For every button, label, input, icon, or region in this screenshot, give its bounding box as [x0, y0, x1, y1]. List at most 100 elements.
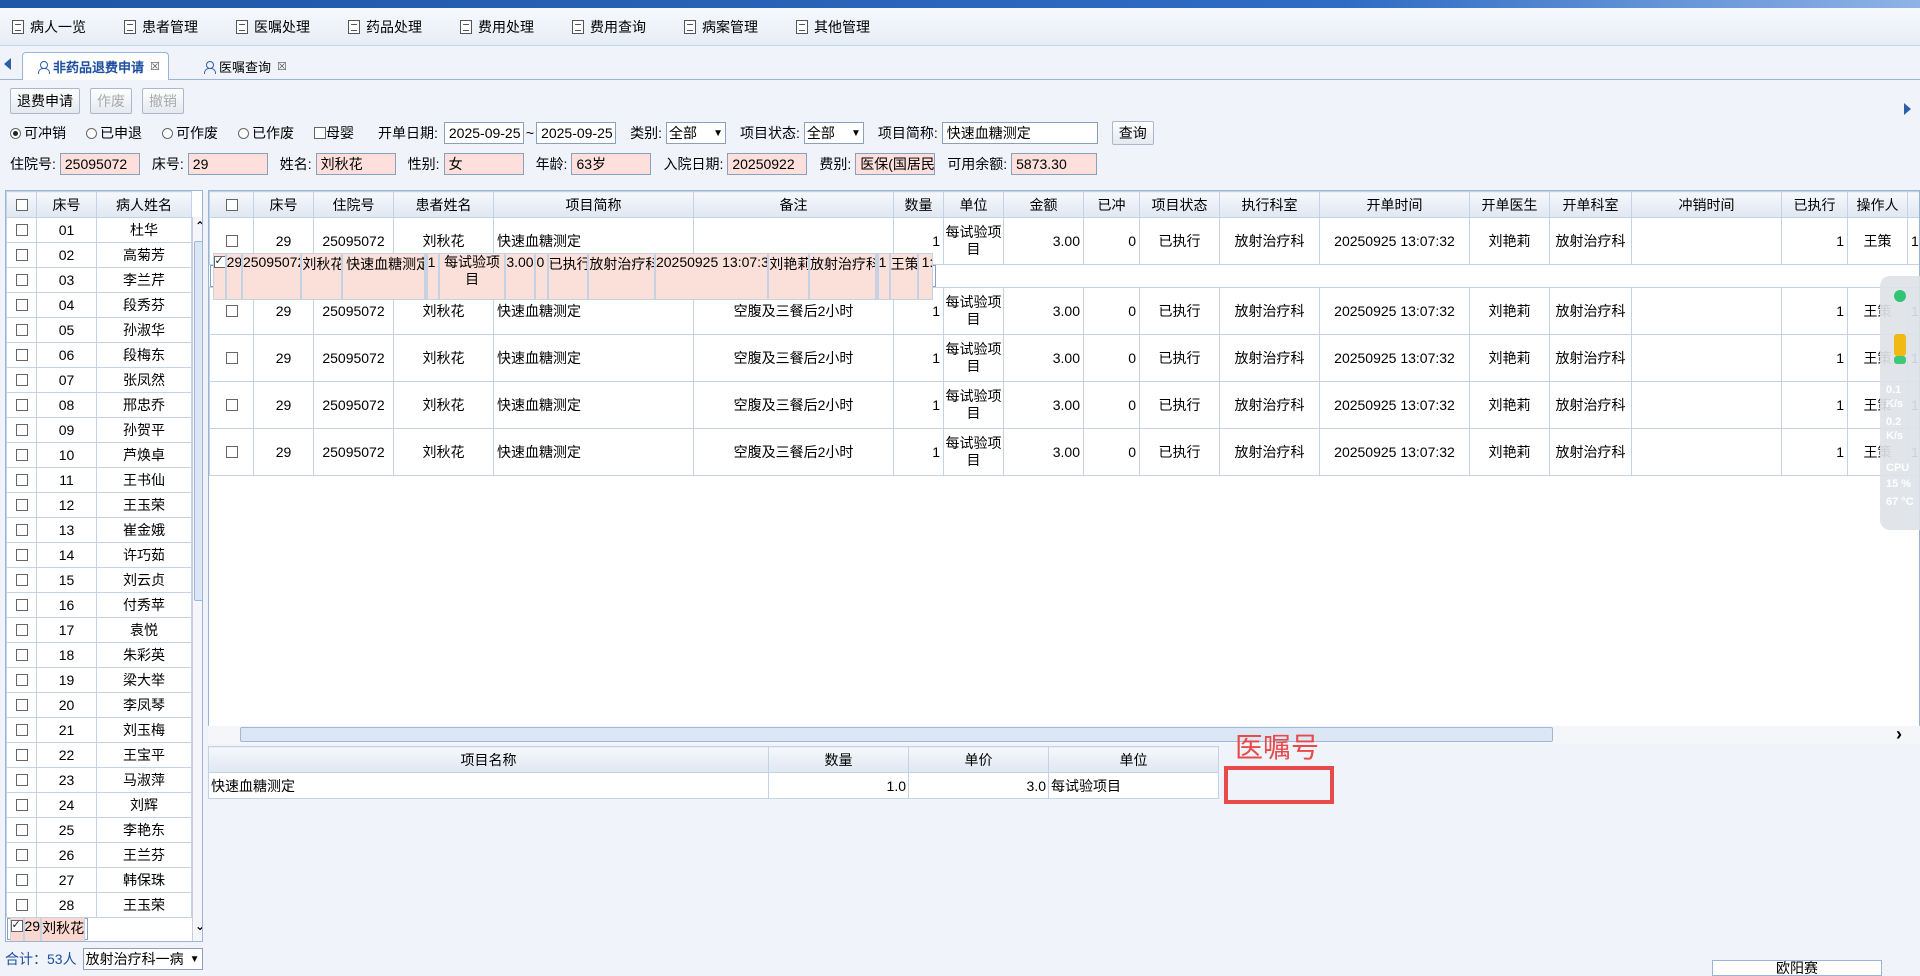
menu-item-5[interactable]: 费用查询 [572, 17, 646, 37]
radio-applied[interactable]: 已申退 [86, 123, 142, 143]
patient-row[interactable]: 21 刘玉梅 [6, 717, 192, 743]
tab-refund-apply[interactable]: 非药品退费申请 ☒ [22, 52, 169, 80]
tab-scroll-left-icon[interactable] [4, 58, 11, 70]
patient-row[interactable]: 11 王书仙 [6, 467, 192, 493]
row-checkbox-cell[interactable] [6, 492, 37, 518]
patient-row[interactable]: 03 李兰芹 [6, 267, 192, 293]
row-checkbox-cell[interactable] [6, 642, 37, 668]
row-checkbox-cell[interactable] [6, 517, 37, 543]
menu-item-4[interactable]: 费用处理 [460, 17, 534, 37]
row-checkbox-cell[interactable] [6, 417, 37, 443]
patient-row[interactable]: 09 孙贺平 [6, 417, 192, 443]
detail-row[interactable]: 快速血糖测定 1.0 3.0 每试验项目 [208, 772, 1219, 799]
row-checkbox-cell[interactable] [6, 717, 37, 743]
date-from-input[interactable]: 2025-09-25 [443, 122, 524, 144]
patient-row[interactable]: 13 崔金娥 [6, 517, 192, 543]
column-header[interactable]: 单位 [943, 191, 1004, 218]
patient-row[interactable]: 20 李凤琴 [6, 692, 192, 718]
column-header[interactable]: 数量 [768, 746, 909, 773]
patient-row[interactable]: 10 芦焕卓 [6, 442, 192, 468]
row-checkbox-cell[interactable] [209, 334, 254, 382]
patient-row[interactable]: 24 刘辉 [6, 792, 192, 818]
patient-row[interactable]: 12 王玉荣 [6, 492, 192, 518]
menu-item-2[interactable]: 医嘱处理 [236, 17, 310, 37]
column-header[interactable]: 冲销时间 [1631, 191, 1782, 218]
patient-row[interactable]: 27 韩保珠 [6, 867, 192, 893]
patient-list-scrollbar[interactable]: ⌃ ⌄ [192, 217, 202, 941]
column-header[interactable]: 项目状态 [1139, 191, 1220, 218]
column-header[interactable]: 床号 [253, 191, 314, 218]
tab-scroll-right-icon[interactable] [1904, 103, 1911, 115]
bed-field[interactable]: 29 [187, 153, 268, 175]
name-field[interactable]: 刘秋花 [315, 153, 396, 175]
mother-baby-checkbox[interactable]: 母婴 [314, 123, 354, 143]
row-checkbox-cell[interactable] [6, 217, 37, 243]
column-header[interactable]: 开单时间 [1319, 191, 1470, 218]
column-header[interactable]: 操作人 [1847, 191, 1908, 218]
row-checkbox-cell[interactable] [6, 367, 37, 393]
column-header[interactable]: 项目简称 [493, 191, 694, 218]
patient-row[interactable]: 08 邢忠乔 [6, 392, 192, 418]
age-field[interactable]: 63岁 [571, 153, 652, 175]
refund-apply-button[interactable]: 退费申请 [10, 88, 80, 114]
menu-item-7[interactable]: 其他管理 [796, 17, 870, 37]
column-header-bed[interactable]: 床号 [36, 191, 97, 218]
patient-row[interactable]: 06 段梅东 [6, 342, 192, 368]
row-checkbox-cell[interactable] [6, 392, 37, 418]
row-checkbox-cell[interactable] [6, 792, 37, 818]
charge-item-row[interactable]: 29 25095072 刘秋花 快速血糖测定 空腹及三餐后2小时 1 每试验项目 3.00 0 已… [209, 334, 1919, 382]
column-header[interactable]: 单位 [1048, 746, 1219, 773]
patient-row[interactable]: 04 段秀芬 [6, 292, 192, 318]
row-checkbox-cell[interactable] [6, 842, 37, 868]
patient-row[interactable]: 29刘秋花 [6, 916, 89, 941]
column-header[interactable]: 单价 [908, 746, 1049, 773]
patient-row[interactable]: 18 朱彩英 [6, 642, 192, 668]
scroll-right-icon[interactable]: › [1896, 724, 1902, 745]
column-header[interactable]: 已冲 [1083, 191, 1140, 218]
row-checkbox-cell[interactable] [6, 342, 37, 368]
row-checkbox-cell[interactable] [6, 817, 37, 843]
sex-field[interactable]: 女 [443, 153, 524, 175]
revoke-button[interactable]: 撤销 [142, 88, 184, 114]
row-checkbox-cell[interactable] [9, 916, 24, 941]
tab-close-icon[interactable]: ☒ [150, 60, 160, 73]
patient-row[interactable]: 05 孙淑华 [6, 317, 192, 343]
patient-row[interactable]: 26 王兰芬 [6, 842, 192, 868]
tab-order-query[interactable]: 医嘱查询 ☒ [188, 52, 296, 80]
column-header[interactable]: 开单医生 [1469, 191, 1550, 218]
column-header[interactable]: 已执行 [1781, 191, 1848, 218]
column-header[interactable]: 数量 [893, 191, 944, 218]
row-checkbox-cell[interactable] [6, 542, 37, 568]
department-select[interactable]: 放射治疗科一病 ▼ [82, 948, 203, 970]
column-header[interactable]: 备注 [693, 191, 894, 218]
row-checkbox-cell[interactable] [209, 381, 254, 429]
menu-item-6[interactable]: 病案管理 [684, 17, 758, 37]
menu-item-1[interactable]: 患者管理 [124, 17, 198, 37]
charge-item-row[interactable]: 2925095072刘秋花快速血糖测定1每试验项目3.000已执行放射治疗科20… [209, 252, 937, 300]
select-all-cell[interactable] [6, 191, 37, 218]
void-button[interactable]: 作废 [90, 88, 132, 114]
column-header[interactable]: 执行科室 [1219, 191, 1320, 218]
patient-row[interactable]: 19 梁大举 [6, 667, 192, 693]
item-abbr-input[interactable]: 快速血糖测定 [941, 122, 1098, 144]
row-checkbox-cell[interactable] [6, 867, 37, 893]
charge-items-hscrollbar[interactable]: › [208, 724, 1920, 745]
patient-row[interactable]: 16 付秀苹 [6, 592, 192, 618]
patient-row[interactable]: 23 马淑萍 [6, 767, 192, 793]
column-header[interactable]: 开单科室 [1549, 191, 1632, 218]
row-checkbox-cell[interactable] [6, 617, 37, 643]
radio-voided[interactable]: 已作废 [238, 123, 294, 143]
row-checkbox-cell[interactable] [6, 892, 37, 918]
patient-row[interactable]: 28 王玉荣 [6, 892, 192, 918]
row-checkbox-cell[interactable] [212, 252, 226, 300]
row-checkbox-cell[interactable] [6, 592, 37, 618]
patient-row[interactable]: 14 许巧茹 [6, 542, 192, 568]
column-header[interactable]: 项目名称 [208, 746, 769, 773]
menu-item-3[interactable]: 药品处理 [348, 17, 422, 37]
column-header[interactable]: 金额 [1003, 191, 1084, 218]
column-header[interactable]: 医 [1907, 191, 1919, 218]
scroll-thumb[interactable] [240, 727, 1553, 742]
fee-type-field[interactable]: 医保(国居民 [855, 153, 936, 175]
row-checkbox-cell[interactable] [6, 267, 37, 293]
admission-no-field[interactable]: 25095072 [59, 153, 140, 175]
